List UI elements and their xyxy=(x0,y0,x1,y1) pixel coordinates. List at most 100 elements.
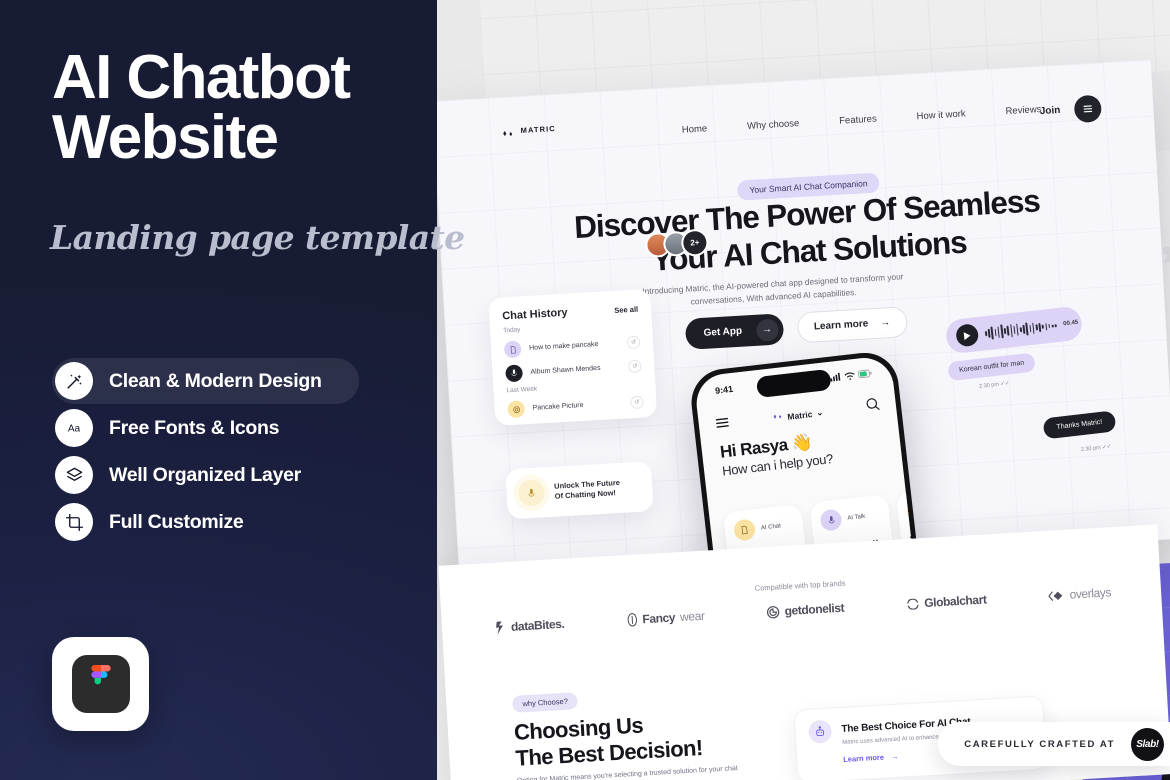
learn-more-label: Learn more xyxy=(842,752,885,764)
feature-item-full-customize[interactable]: Full Customize xyxy=(52,499,412,545)
chat-history-group-label: Last Week xyxy=(506,385,538,395)
history-restore-icon[interactable]: ↺ xyxy=(630,395,644,410)
svg-text:Aa: Aa xyxy=(68,424,81,435)
search-icon[interactable] xyxy=(865,396,881,416)
avatar-group: 2+ xyxy=(644,228,710,259)
join-button[interactable]: Join xyxy=(1040,105,1061,117)
chevron-down-icon: ⌄ xyxy=(815,406,824,418)
chat-history-item[interactable]: Album Shawn Mendes ↺ xyxy=(505,358,642,383)
document-icon xyxy=(732,518,757,542)
history-restore-icon[interactable]: ↺ xyxy=(628,359,642,374)
brand-name: dataBites. xyxy=(510,616,565,634)
chat-history-header: Chat History See all xyxy=(502,303,638,323)
hamburger-menu-icon[interactable] xyxy=(1073,94,1103,124)
brand-name: Fancy xyxy=(642,610,676,627)
arrow-right-icon: → xyxy=(890,751,899,762)
brand-getdonelist: getdonelist xyxy=(766,601,845,619)
typography-icon: Aa xyxy=(55,409,93,447)
phone-greeting-block: Hi Rasya 👋 How can i help you? xyxy=(719,430,834,478)
chat-history-item-text: How to make pancake xyxy=(528,340,599,352)
promo-title-line1: AI Chatbot xyxy=(52,43,351,112)
landing-hero-section: MATRIC Home Why choose Features How it w… xyxy=(437,59,1170,581)
nav-link-reviews[interactable]: Reviews xyxy=(1005,104,1041,117)
mic-icon xyxy=(517,479,546,507)
figma-logo-icon xyxy=(71,655,130,713)
phone-card-header: AI Chat xyxy=(732,514,795,542)
nav-link-features[interactable]: Features xyxy=(839,114,877,127)
chat-history-item-text: Pancake Picture xyxy=(532,401,584,412)
chat-history-item-text: Album Shawn Mendes xyxy=(530,364,601,376)
chat-history-item[interactable]: How to make pancake ↺ xyxy=(503,334,641,359)
promo-subtitle: Landing page template xyxy=(50,218,465,257)
brand-logos: dataBites. Fancy wear getdonelist Globalc… xyxy=(496,585,1112,635)
status-time: 9:41 xyxy=(714,383,734,396)
hamburger-menu-icon[interactable] xyxy=(714,414,731,434)
get-app-button[interactable]: Get App → xyxy=(684,313,784,350)
feature-label: Well Organized Layer xyxy=(109,463,301,486)
figma-badge xyxy=(52,637,149,731)
crafted-at-watermark: CAREFULLY CRAFTED AT Slab! xyxy=(938,722,1170,766)
robot-icon xyxy=(807,719,833,744)
phone-navbar: Matric ⌄ xyxy=(698,395,897,436)
voice-duration: 00.45 xyxy=(1062,319,1079,328)
crop-icon xyxy=(55,503,93,541)
chat-history-title: Chat History xyxy=(501,306,568,323)
chat-history-item[interactable]: Pancake Picture ↺ xyxy=(507,393,644,419)
why-choose-badge: why Choose? xyxy=(512,692,579,713)
phone-card-header: AI Talk xyxy=(819,504,881,532)
unlock-future-card: Unlock The Future Of Chatting Now! xyxy=(505,461,654,520)
arrow-right-icon: → xyxy=(755,318,779,342)
layers-icon xyxy=(55,456,93,494)
nav-link-why-choose[interactable]: Why choose xyxy=(747,118,800,132)
brand-name-light: wear xyxy=(679,608,705,625)
promo-title: AI Chatbot Website xyxy=(52,43,452,172)
phone-card-tag: AI Talk xyxy=(847,513,866,522)
phone-brand[interactable]: Matric ⌄ xyxy=(772,407,824,424)
nav-links: Home Why choose Features How it work Rev… xyxy=(682,104,1042,136)
magic-wand-icon xyxy=(55,362,93,400)
phone-brand-name: Matric xyxy=(786,408,813,422)
matric-logo-icon xyxy=(501,126,514,137)
feature-label: Clean & Modern Design xyxy=(109,369,322,392)
brand-globalchart: Globalchart xyxy=(906,592,987,611)
nav-link-how-it-work[interactable]: How it work xyxy=(916,108,966,122)
brand-databites: dataBites. xyxy=(496,617,565,635)
brands-label: Compatible with top brands xyxy=(754,578,846,593)
avatar-count-badge: 2+ xyxy=(680,228,710,257)
brand-fancywear: Fancy wear xyxy=(626,609,705,627)
feature-item-clean-modern-design[interactable]: Clean & Modern Design xyxy=(52,358,359,404)
history-restore-icon[interactable]: ↺ xyxy=(626,335,641,350)
watermark-text: CAREFULLY CRAFTED AT xyxy=(964,738,1115,750)
why-choose-heading: Choosing Us The Best Decision! xyxy=(513,709,703,772)
feature-item-free-fonts-icons[interactable]: Aa Free Fonts & Icons xyxy=(52,405,412,451)
nav-link-home[interactable]: Home xyxy=(682,123,708,135)
feature-item-well-organized-layer[interactable]: Well Organized Layer xyxy=(52,452,412,498)
learn-more-button[interactable]: Learn more → xyxy=(796,306,909,344)
waveform-icon xyxy=(984,318,1057,340)
image-icon xyxy=(507,400,526,419)
feature-label: Free Fonts & Icons xyxy=(109,416,280,439)
get-app-label: Get App xyxy=(703,325,743,339)
navbar-actions: Join xyxy=(1039,94,1103,125)
screenshot-root: AI Chatbot Website Landing page template… xyxy=(0,0,1170,780)
learn-more-label: Learn more xyxy=(813,318,869,333)
brand-name: Globalchart xyxy=(923,592,987,611)
play-icon[interactable] xyxy=(955,323,980,348)
brand-overlays: overlays xyxy=(1048,585,1111,603)
arrow-right-icon: → xyxy=(879,317,891,329)
mockup-area: Smart Voice Chat The Smart Voice Chat on… xyxy=(437,0,1170,780)
unlock-card-text: Unlock The Future Of Chatting Now! xyxy=(554,478,621,502)
brand-logo[interactable]: MATRIC xyxy=(501,124,556,137)
chat-history-group-label: Today xyxy=(502,326,521,335)
document-icon xyxy=(503,340,522,359)
brand-name: overlays xyxy=(1069,585,1112,602)
see-all-link[interactable]: See all xyxy=(614,305,638,315)
slab-logo-text: Slab! xyxy=(1136,738,1159,750)
mic-icon xyxy=(819,508,843,532)
feature-list: Clean & Modern Design Aa Free Fonts & Ic… xyxy=(52,358,412,546)
feature-label: Full Customize xyxy=(109,510,244,533)
promo-title-line2: Website xyxy=(52,102,279,172)
slab-logo-icon: Slab! xyxy=(1131,727,1164,761)
promo-panel: AI Chatbot Website Landing page template… xyxy=(0,0,470,780)
status-icons xyxy=(830,368,873,383)
